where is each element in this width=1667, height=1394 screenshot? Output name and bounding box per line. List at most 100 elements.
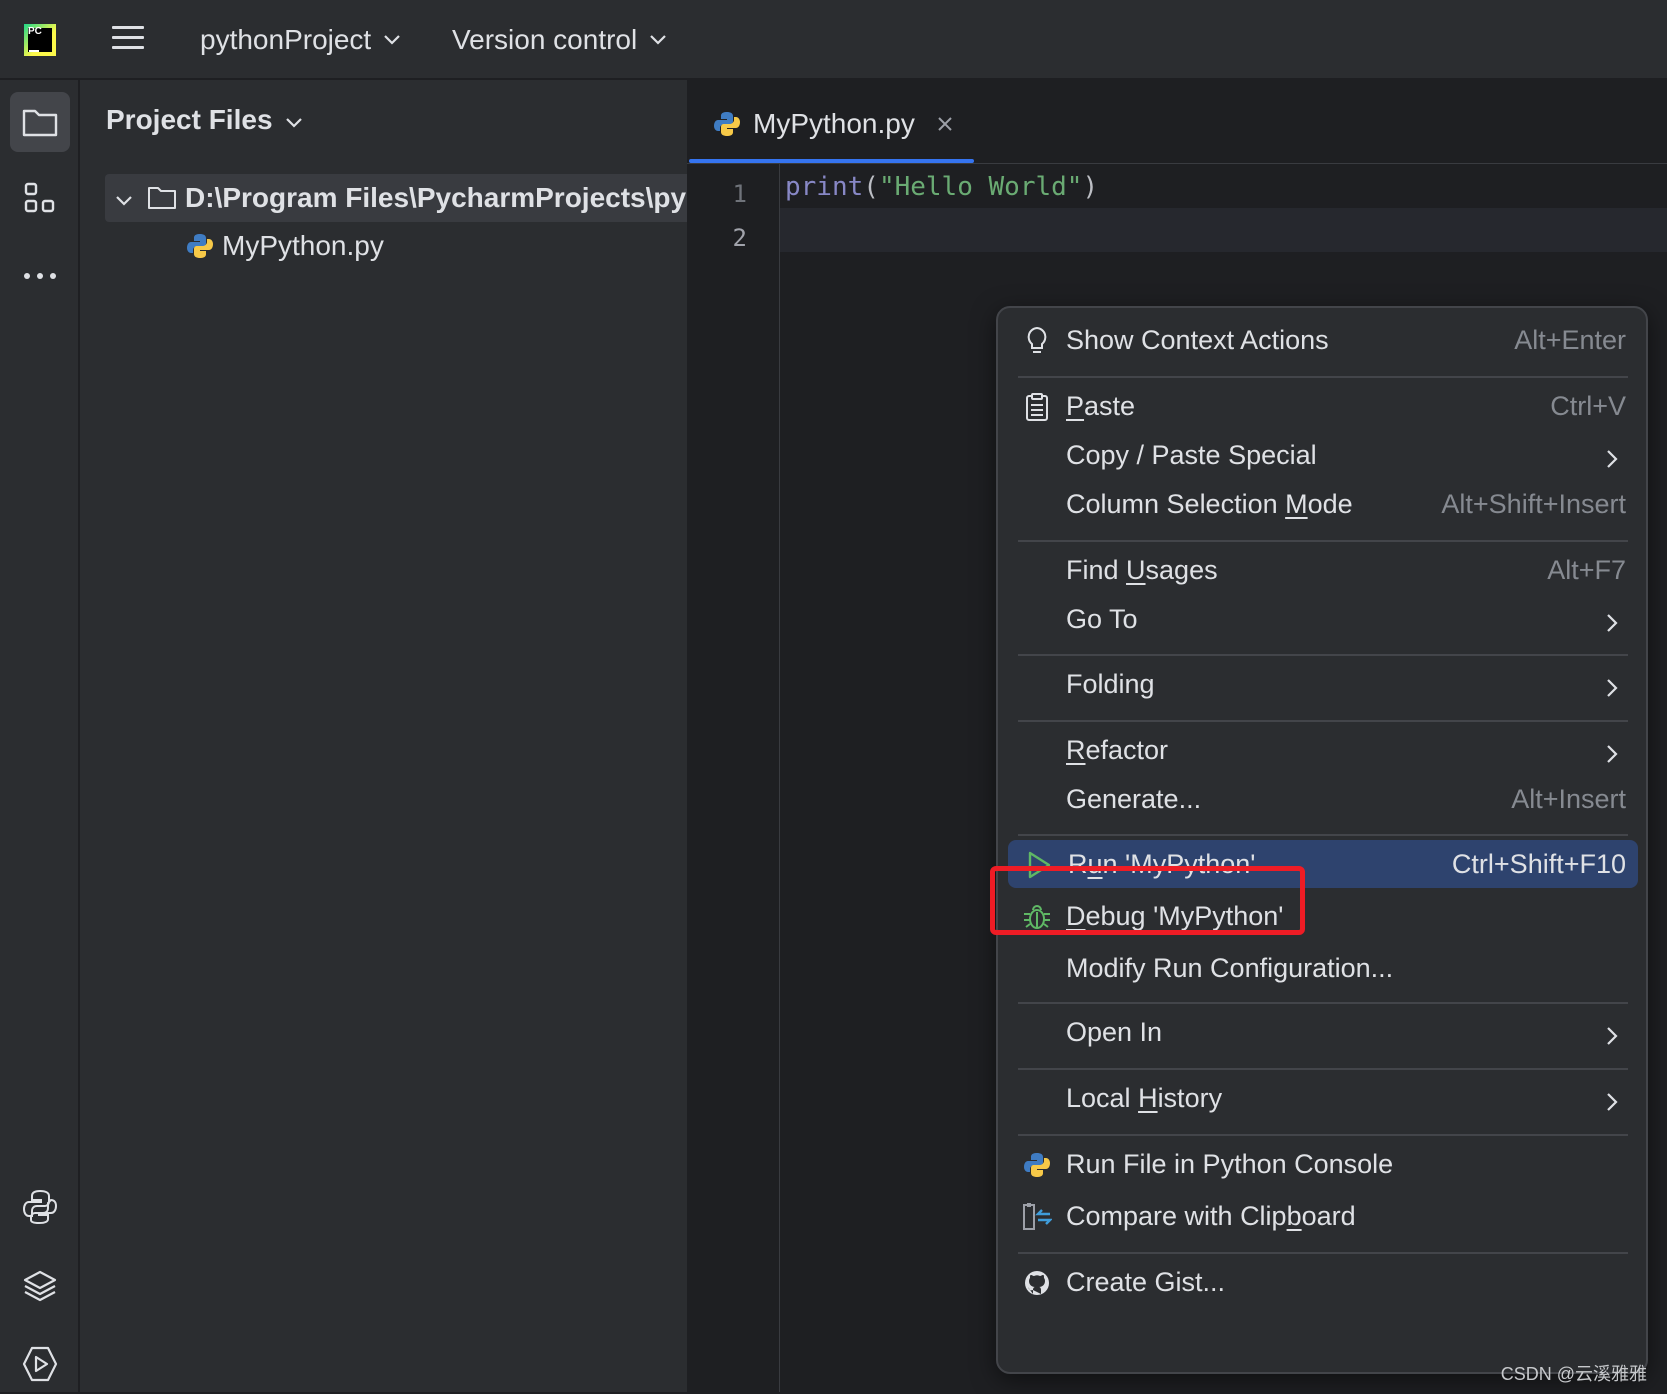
chevron-right-icon xyxy=(1606,674,1618,705)
chevron-right-icon xyxy=(1606,740,1618,771)
menu-label: Paste xyxy=(1066,391,1135,422)
menu-shortcut: Alt+Shift+Insert xyxy=(1441,488,1626,519)
code-paren-open: ( xyxy=(863,172,879,202)
version-control-label: Version control xyxy=(452,24,638,55)
menu-item-open-in[interactable]: Open In xyxy=(1006,1008,1638,1056)
menu-separator xyxy=(1018,540,1628,542)
title-bar: PC pythonProject Version control xyxy=(0,0,1667,80)
menu-label: Compare with Clipboard xyxy=(1066,1201,1356,1232)
menu-item-copy-paste-special[interactable]: Copy / Paste Special xyxy=(1006,431,1638,479)
menu-separator xyxy=(1018,1134,1628,1136)
menu-label: Column Selection Mode xyxy=(1066,489,1353,520)
menu-item-modify-run-configuration[interactable]: Modify Run Configuration... xyxy=(1006,944,1638,992)
github-icon xyxy=(1022,1268,1052,1298)
menu-separator xyxy=(1018,654,1628,656)
editor-tab-bar: MyPython.py xyxy=(687,80,1667,164)
menu-label: Modify Run Configuration... xyxy=(1066,952,1394,983)
chevron-right-icon xyxy=(1606,1088,1618,1119)
chevron-right-icon xyxy=(1606,1022,1618,1053)
pycharm-logo-icon[interactable]: PC xyxy=(24,24,56,56)
menu-label: Generate... xyxy=(1066,783,1202,814)
project-name: pythonProject xyxy=(200,24,372,55)
code-line-1[interactable]: print("Hello World") xyxy=(785,172,1098,202)
menu-item-column-selection-mode[interactable]: Column Selection Mode Alt+Shift+Insert xyxy=(1006,480,1638,528)
menu-label: Folding xyxy=(1066,668,1155,699)
line-number-gutter: 1 2 xyxy=(687,164,780,1392)
label-part: efactor xyxy=(1085,734,1169,765)
menu-label: Local History xyxy=(1066,1083,1222,1114)
label-part: ode xyxy=(1307,488,1353,519)
label-part: istory xyxy=(1157,1082,1223,1113)
more-tools-icon[interactable] xyxy=(10,246,70,306)
menu-separator xyxy=(1018,834,1628,836)
menu-item-run-file-python-console[interactable]: Run File in Python Console xyxy=(1006,1140,1638,1188)
root-path: D:\Program Files\PycharmProjects\py xyxy=(185,182,687,213)
python-packages-icon[interactable] xyxy=(10,1176,70,1236)
menu-shortcut: Alt+Insert xyxy=(1511,783,1626,814)
chevron-down-icon xyxy=(649,34,667,46)
code-string: "Hello World" xyxy=(878,172,1083,202)
menu-item-generate[interactable]: Generate... Alt+Insert xyxy=(1006,775,1638,823)
menu-label: Refactor xyxy=(1066,735,1168,766)
mnemonic: H xyxy=(1138,1082,1158,1113)
project-folder-icon[interactable] xyxy=(10,92,70,152)
context-menu: Show Context Actions Alt+Enter Paste Ctr… xyxy=(996,306,1648,1374)
menu-item-refactor[interactable]: Refactor xyxy=(1006,726,1638,774)
label-part: aste xyxy=(1084,390,1136,421)
project-switcher[interactable]: pythonProject xyxy=(200,22,401,58)
mnemonic: M xyxy=(1285,488,1308,519)
menu-label: Find Usages xyxy=(1066,555,1218,586)
structure-icon[interactable] xyxy=(10,168,70,228)
menu-label: Open In xyxy=(1066,1016,1163,1047)
close-icon[interactable] xyxy=(937,116,953,132)
menu-label: Run File in Python Console xyxy=(1066,1148,1394,1179)
menu-item-go-to[interactable]: Go To xyxy=(1006,595,1638,643)
compare-icon xyxy=(1022,1202,1052,1232)
layers-icon[interactable] xyxy=(10,1256,70,1316)
run-tool-icon[interactable] xyxy=(10,1334,70,1394)
code-function: print xyxy=(785,172,864,202)
menu-item-find-usages[interactable]: Find Usages Alt+F7 xyxy=(1006,546,1638,594)
menu-shortcut: Ctrl+V xyxy=(1550,390,1626,421)
logo-text: PC xyxy=(28,26,42,37)
main-menu-icon[interactable] xyxy=(112,26,144,54)
version-control-menu[interactable]: Version control xyxy=(452,22,667,58)
project-files-dropdown[interactable]: Project Files xyxy=(106,104,303,136)
label-part: Find xyxy=(1066,554,1127,585)
menu-item-local-history[interactable]: Local History xyxy=(1006,1074,1638,1122)
menu-label: Go To xyxy=(1066,603,1138,634)
panel-title: Project Files xyxy=(106,104,273,135)
active-tab-indicator xyxy=(689,159,974,163)
menu-item-folding[interactable]: Folding xyxy=(1006,660,1638,708)
folder-icon xyxy=(147,185,177,211)
chevron-down-icon[interactable] xyxy=(115,174,133,222)
menu-label: Show Context Actions xyxy=(1066,324,1329,355)
menu-separator xyxy=(1018,1002,1628,1004)
menu-separator xyxy=(1018,376,1628,378)
chevron-right-icon xyxy=(1606,609,1618,640)
mnemonic: U xyxy=(1126,554,1146,585)
python-file-icon xyxy=(713,110,741,138)
python-file-icon xyxy=(186,232,214,260)
line-number: 1 xyxy=(732,180,747,208)
mnemonic: b xyxy=(1286,1200,1302,1231)
tab-mypython[interactable]: MyPython.py xyxy=(713,104,953,144)
code-paren-close: ) xyxy=(1082,172,1099,202)
menu-item-create-gist[interactable]: Create Gist... xyxy=(1006,1258,1638,1306)
menu-item-compare-with-clipboard[interactable]: Compare with Clipboard xyxy=(1006,1192,1638,1240)
menu-separator xyxy=(1018,1068,1628,1070)
chevron-right-icon xyxy=(1606,445,1618,476)
menu-item-show-context-actions[interactable]: Show Context Actions Alt+Enter xyxy=(1006,316,1638,364)
tab-label: MyPython.py xyxy=(753,108,915,139)
menu-label: Create Gist... xyxy=(1066,1266,1226,1297)
menu-label: Copy / Paste Special xyxy=(1066,439,1317,470)
clipboard-icon xyxy=(1022,392,1052,422)
lightbulb-icon xyxy=(1022,326,1052,356)
python-icon xyxy=(1022,1150,1052,1180)
menu-separator xyxy=(1018,1252,1628,1254)
label-part: Compare with Clip xyxy=(1066,1200,1287,1231)
chevron-down-icon xyxy=(383,34,401,46)
menu-item-paste[interactable]: Paste Ctrl+V xyxy=(1006,382,1638,430)
tree-root-folder[interactable]: D:\Program Files\PycharmProjects\py xyxy=(105,174,687,222)
tree-file-item[interactable]: MyPython.py xyxy=(186,222,384,270)
